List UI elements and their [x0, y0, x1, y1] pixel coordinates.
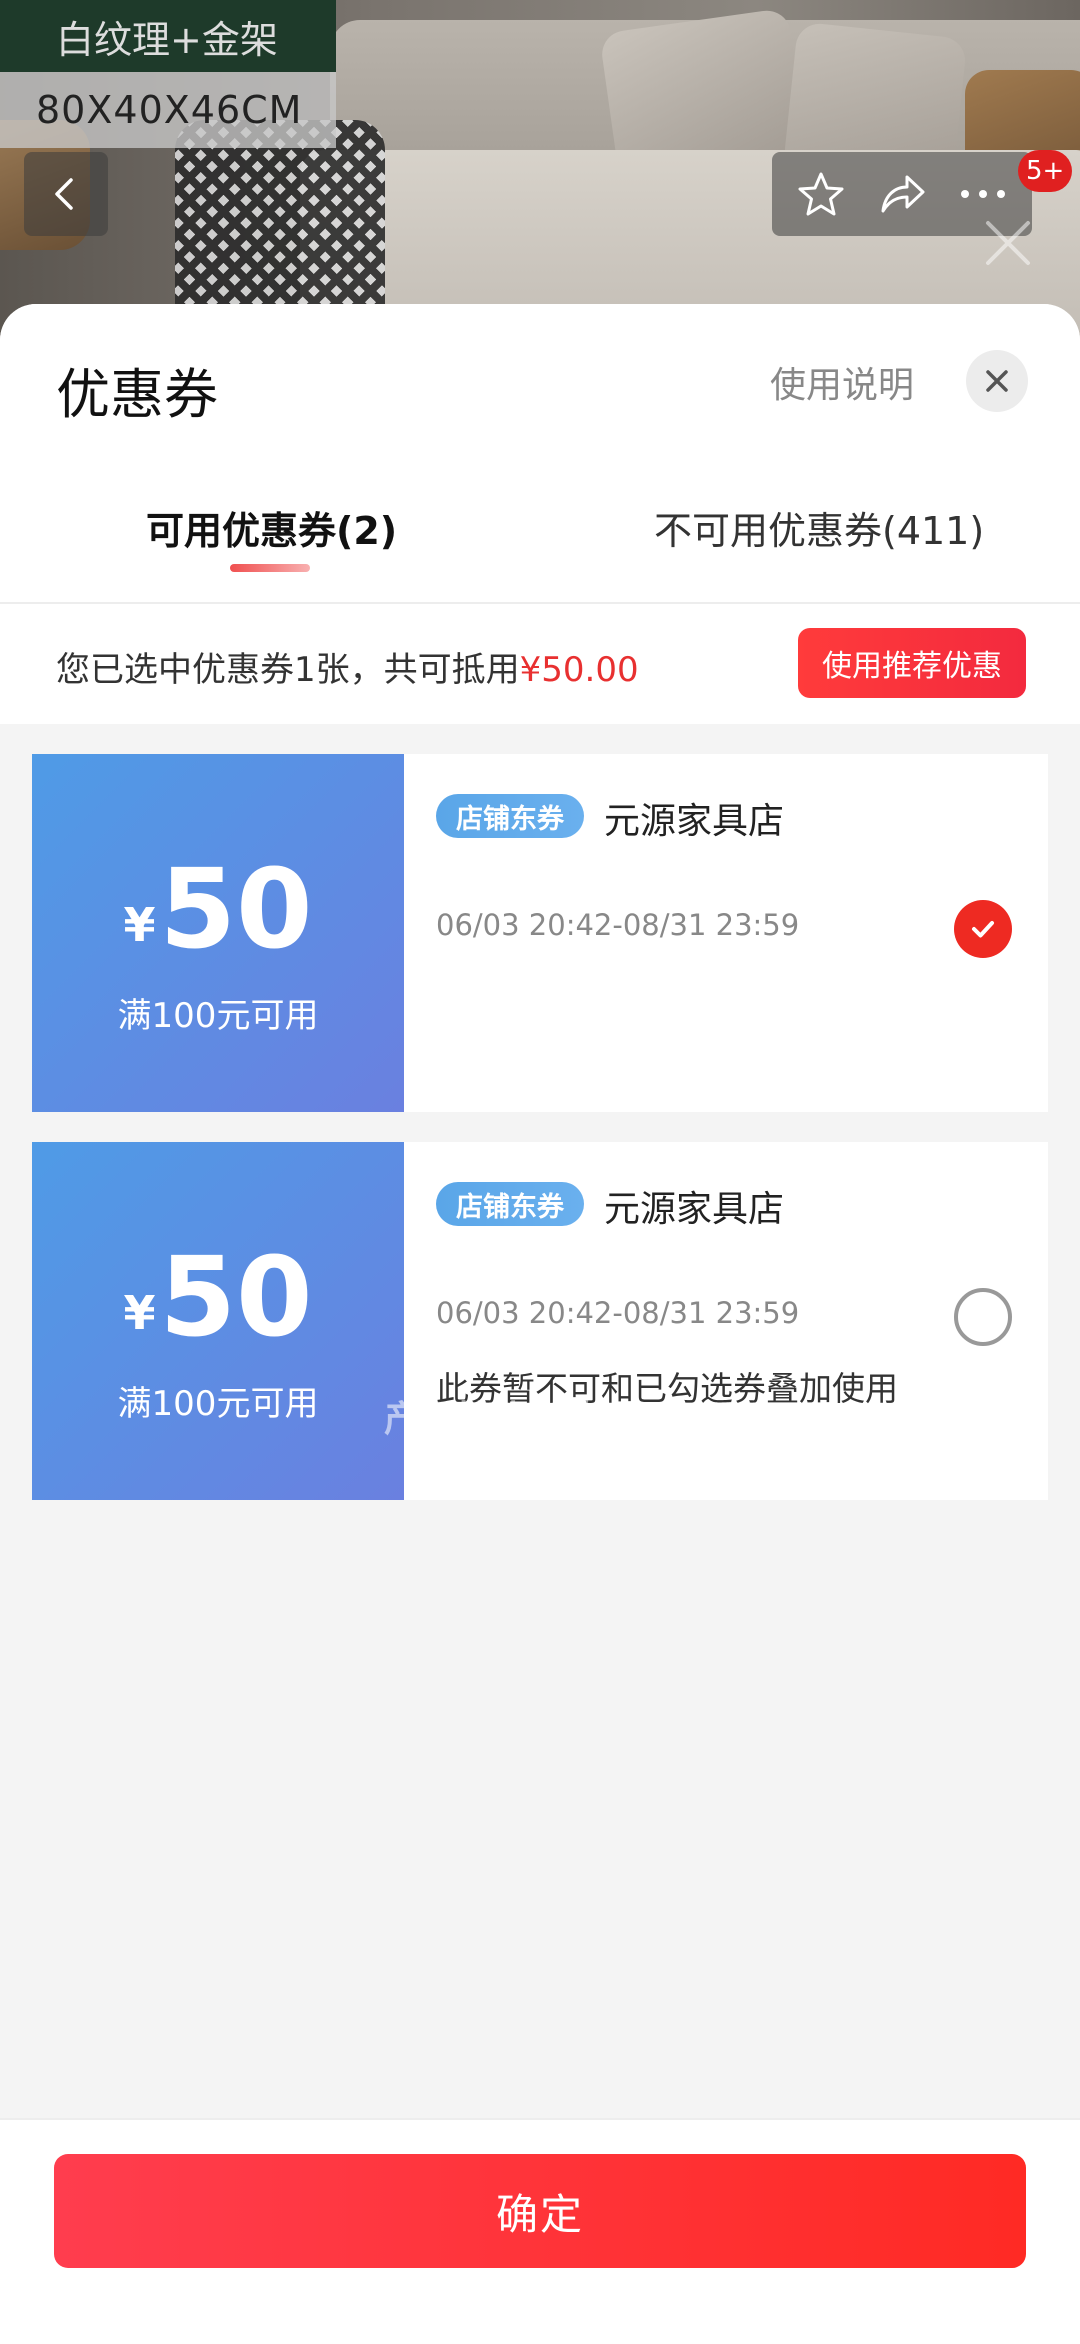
variant-label: 白纹理+金架: [0, 0, 336, 72]
variant-size: 80X40X46CM: [0, 72, 336, 148]
confirm-button[interactable]: 确定: [54, 2154, 1026, 2268]
summary-label: 您已选中优惠券1张，共可抵用: [56, 650, 520, 690]
sheet-title: 优惠券: [56, 363, 218, 426]
sheet-header: 优惠券 使用说明 可用优惠券(2) 不可用优惠券(411): [0, 304, 1080, 604]
coupon-validity: 06/03 20:42-08/31 23:59: [436, 908, 800, 942]
coupon-type-tag: 店铺东券: [436, 794, 584, 838]
share-icon: [881, 175, 925, 213]
coupon-amount: 50: [159, 845, 313, 973]
selection-summary: 您已选中优惠券1张，共可抵用¥50.00 使用推荐优惠: [0, 604, 1080, 724]
coupon-type-tag: 店铺东券: [436, 1182, 584, 1226]
star-icon: [798, 172, 844, 216]
coupon-currency: ¥: [123, 898, 156, 952]
summary-text: 您已选中优惠券1张，共可抵用¥50.00: [56, 642, 639, 691]
coupon-card[interactable]: ¥50 满100元可用 店铺东券 元源家具店 06/03 20:42-08/31…: [26, 1142, 1048, 1500]
use-recommended-button[interactable]: 使用推荐优惠: [798, 628, 1026, 698]
coupon-sheet: 优惠券 使用说明 可用优惠券(2) 不可用优惠券(411) 您已选中优惠券1张，…: [0, 304, 1080, 2344]
more-icon: [961, 190, 1006, 198]
chevron-left-icon: [55, 178, 73, 210]
coupon-value-panel: ¥50 满100元可用: [26, 1142, 404, 1500]
coupon-amount: 50: [159, 1233, 313, 1361]
watermark-text: 产品性能优势: [384, 1399, 601, 1440]
coupon-value-panel: ¥50 满100元可用: [26, 754, 404, 1112]
cart-badge: 5+: [1018, 150, 1073, 192]
summary-amount: ¥50.00: [519, 650, 639, 690]
coupon-currency: ¥: [123, 1286, 156, 1340]
share-button[interactable]: [870, 162, 934, 226]
coupon-value: ¥50: [32, 854, 404, 964]
coupon-value: ¥50: [32, 1242, 404, 1352]
coupon-select-checkbox[interactable]: [954, 900, 1012, 958]
coupon-card[interactable]: ¥50 满100元可用 店铺东券 元源家具店 06/03 20:42-08/31…: [26, 754, 1048, 1112]
close-button[interactable]: [966, 350, 1028, 412]
close-icon: [986, 221, 1030, 265]
close-icon: [986, 370, 1008, 392]
favorite-button[interactable]: [789, 162, 853, 226]
check-icon: [972, 921, 994, 938]
active-tab-indicator: [230, 564, 310, 572]
product-photo: 白纹理+金架 80X40X46CM 5+: [0, 0, 1080, 340]
coupon-shop-name: 元源家具店: [604, 801, 785, 842]
footer: 确定: [0, 2118, 1080, 2344]
coupon-condition: 满100元可用: [117, 996, 319, 1036]
tab-unavailable-coupons[interactable]: 不可用优惠券(411): [654, 500, 984, 555]
coupon-shop-name: 元源家具店: [604, 1189, 785, 1230]
coupon-select-checkbox[interactable]: [954, 1288, 1012, 1346]
tab-available-coupons[interactable]: 可用优惠券(2): [146, 500, 397, 555]
coupon-validity: 06/03 20:42-08/31 23:59: [436, 1296, 800, 1330]
back-button[interactable]: [24, 152, 108, 236]
coupon-condition: 满100元可用: [117, 1384, 319, 1424]
usage-instructions-link[interactable]: 使用说明: [770, 356, 914, 408]
